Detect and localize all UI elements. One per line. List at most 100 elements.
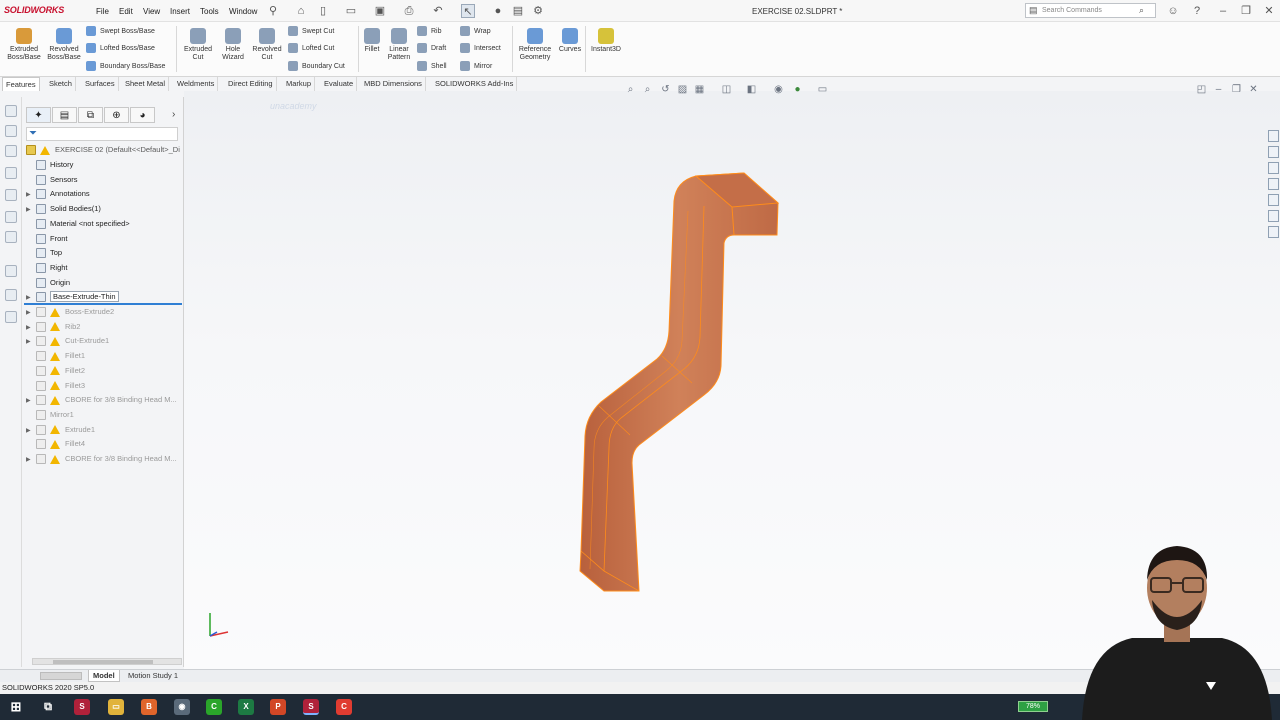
- tab-weldments[interactable]: Weldments: [174, 77, 219, 91]
- strip-tool-icon[interactable]: [5, 105, 17, 117]
- expand-arrow-icon[interactable]: ▶: [26, 335, 36, 348]
- help-icon[interactable]: ?: [1190, 4, 1204, 18]
- tree-item[interactable]: ▶ Annotations: [26, 187, 182, 201]
- tree-root[interactable]: EXERCISE 02 (Default<<Default>_Di: [26, 143, 182, 157]
- zoom-to-fit-icon[interactable]: ⌕: [625, 84, 636, 95]
- tab-evaluate[interactable]: Evaluate: [321, 77, 358, 91]
- doc-restore-icon[interactable]: ❐: [1231, 84, 1242, 95]
- tree-item[interactable]: Material <not specified>: [26, 217, 182, 231]
- draft-button[interactable]: Draft: [417, 43, 446, 53]
- dimxpert-tab-icon[interactable]: ⊕: [104, 107, 129, 123]
- strip-tool-icon[interactable]: [5, 145, 17, 157]
- tree-item[interactable]: ▶ Rib2: [26, 320, 182, 334]
- tab-features[interactable]: Features: [2, 77, 40, 91]
- tab-direct-editing[interactable]: Direct Editing: [225, 77, 277, 91]
- boundary-cut-button[interactable]: Boundary Cut: [288, 61, 345, 71]
- task-pane-custom-properties-icon[interactable]: [1268, 210, 1279, 222]
- menu-insert[interactable]: Insert: [170, 7, 190, 16]
- menu-tools[interactable]: Tools: [200, 7, 219, 16]
- recorder-icon[interactable]: C: [336, 699, 352, 715]
- strip-tool-icon[interactable]: [5, 211, 17, 223]
- intersect-button[interactable]: Intersect: [460, 43, 501, 53]
- pin-icon[interactable]: ⚲: [266, 4, 280, 18]
- tab-solidworks-add-ins[interactable]: SOLIDWORKS Add-Ins: [432, 77, 518, 91]
- search-scope-icon[interactable]: ▤: [1029, 5, 1038, 16]
- swept-cut-button[interactable]: Swept Cut: [288, 26, 334, 36]
- wrap-button[interactable]: Wrap: [460, 26, 491, 36]
- tab-sketch[interactable]: Sketch: [46, 77, 76, 91]
- fillet-button[interactable]: Fillet: [361, 28, 383, 54]
- file-explorer-icon[interactable]: ▭: [108, 699, 124, 715]
- tree-item[interactable]: History: [26, 158, 182, 172]
- strip-tool-icon[interactable]: [5, 189, 17, 201]
- display-manager-tab-icon[interactable]: ◕: [130, 107, 155, 123]
- tree-item[interactable]: ▶ Solid Bodies(1): [26, 202, 182, 216]
- expand-arrow-icon[interactable]: ▶: [26, 203, 36, 216]
- battery-indicator[interactable]: 78%: [1018, 701, 1048, 712]
- camera-icon[interactable]: ◉: [174, 699, 190, 715]
- strip-tool-icon[interactable]: [5, 311, 17, 323]
- lofted-boss-button[interactable]: Lofted Boss/Base: [86, 43, 155, 53]
- tree-filter-field[interactable]: ⏷: [26, 127, 178, 141]
- undo-icon[interactable]: ↶: [431, 4, 445, 18]
- task-view-icon[interactable]: ⧉: [40, 699, 56, 715]
- tree-item[interactable]: Fillet3: [26, 379, 182, 393]
- extruded-cut-button[interactable]: Extruded Cut: [181, 28, 215, 62]
- view-orientation-icon[interactable]: ◫: [721, 84, 732, 95]
- zoom-area-icon[interactable]: ⌕: [642, 84, 653, 95]
- solidworks-taskbar-icon[interactable]: S: [74, 699, 90, 715]
- save-icon[interactable]: ▣: [373, 4, 387, 18]
- task-pane-home-icon[interactable]: [1268, 130, 1279, 142]
- swept-boss-button[interactable]: Swept Boss/Base: [86, 26, 155, 36]
- powerpoint-icon[interactable]: P: [270, 699, 286, 715]
- shell-button[interactable]: Shell: [417, 61, 447, 71]
- close-icon[interactable]: ✕: [1262, 4, 1276, 18]
- task-pane-forum-icon[interactable]: [1268, 226, 1279, 238]
- reference-geometry-button[interactable]: Reference Geometry: [516, 28, 554, 62]
- dynamic-annotation-icon[interactable]: ▦: [694, 84, 705, 95]
- mirror-button[interactable]: Mirror: [460, 61, 492, 71]
- rib-button[interactable]: Rib: [417, 26, 442, 36]
- camtasia-icon[interactable]: C: [206, 699, 222, 715]
- tab-surfaces[interactable]: Surfaces: [82, 77, 119, 91]
- brave-browser-icon[interactable]: B: [141, 699, 157, 715]
- excel-icon[interactable]: X: [238, 699, 254, 715]
- display-style-icon[interactable]: ◧: [746, 84, 757, 95]
- expand-arrow-icon[interactable]: ▶: [26, 424, 36, 437]
- hide-show-icon[interactable]: ◉: [773, 84, 784, 95]
- expand-arrow-icon[interactable]: ▶: [26, 394, 36, 407]
- home-icon[interactable]: ⌂: [294, 4, 308, 18]
- strip-tool-icon[interactable]: [5, 231, 17, 243]
- tab-sheet-metal[interactable]: Sheet Metal: [122, 77, 170, 91]
- section-view-icon[interactable]: ▨: [677, 84, 688, 95]
- print-icon[interactable]: ⎙: [402, 4, 416, 18]
- view-settings-icon[interactable]: ▭: [817, 84, 828, 95]
- tab-scroll-arrows[interactable]: [40, 672, 82, 680]
- tree-item[interactable]: ▶ Cut-Extrude1: [26, 334, 182, 348]
- propertymanager-tab-icon[interactable]: ▤: [52, 107, 77, 123]
- strip-tool-icon[interactable]: [5, 125, 17, 137]
- tree-item[interactable]: ▶ Extrude1: [26, 423, 182, 437]
- new-document-icon[interactable]: ▯: [316, 4, 330, 18]
- tree-item[interactable]: Front: [26, 232, 182, 246]
- select-arrow-icon[interactable]: ↖: [461, 4, 475, 18]
- linear-pattern-button[interactable]: Linear Pattern: [385, 28, 413, 62]
- scrollbar-thumb[interactable]: [53, 660, 153, 664]
- doc-collapse-icon[interactable]: ◰: [1196, 84, 1207, 95]
- task-pane-file-explorer-icon[interactable]: [1268, 178, 1279, 190]
- tree-item[interactable]: ▶ Boss-Extrude2: [26, 305, 182, 319]
- tree-item[interactable]: Sensors: [26, 173, 182, 187]
- boundary-boss-button[interactable]: Boundary Boss/Base: [86, 61, 165, 71]
- lofted-cut-button[interactable]: Lofted Cut: [288, 43, 334, 53]
- tree-item[interactable]: Origin: [26, 276, 182, 290]
- expand-arrow-icon[interactable]: ▶: [26, 306, 36, 319]
- tree-item[interactable]: Fillet1: [26, 349, 182, 363]
- strip-tool-icon[interactable]: [5, 289, 17, 301]
- task-pane-resources-icon[interactable]: [1268, 146, 1279, 158]
- task-pane-appearances-icon[interactable]: [1268, 194, 1279, 206]
- tree-item[interactable]: ▶ CBORE for 3/8 Binding Head M...: [26, 393, 182, 407]
- solidworks-active-icon[interactable]: S: [303, 699, 319, 715]
- tree-item[interactable]: Fillet2: [26, 364, 182, 378]
- expand-arrow-icon[interactable]: ▶: [26, 188, 36, 201]
- search-icon[interactable]: ⌕: [1139, 5, 1144, 16]
